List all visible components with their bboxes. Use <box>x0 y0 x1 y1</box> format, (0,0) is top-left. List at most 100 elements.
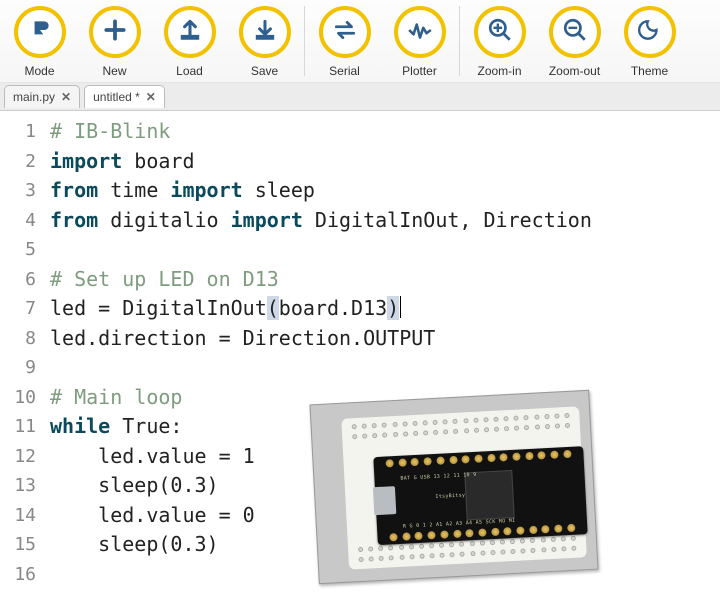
token-name: led.value = <box>50 503 243 527</box>
token-name: sleep( <box>50 532 170 556</box>
token-name: True: <box>110 414 182 438</box>
new-icon <box>102 17 128 48</box>
microcontroller-image: BAT G USB 13 12 11 10 9 ItsyBitsy R G 0 … <box>309 390 598 584</box>
code-line[interactable]: # Set up LED on D13 <box>50 265 720 295</box>
mode-icon <box>27 17 53 48</box>
toolbar-label: Plotter <box>402 64 437 78</box>
line-number: 8 <box>0 324 36 354</box>
tab-label: main.py <box>13 90 55 104</box>
token-name: led.direction = Direction.OUTPUT <box>50 326 435 350</box>
token-par: ( <box>267 296 279 320</box>
zoom-out-button[interactable] <box>549 6 601 58</box>
toolbar-separator <box>304 6 305 76</box>
line-number: 9 <box>0 353 36 383</box>
toolbar-item-theme: Theme <box>612 6 687 78</box>
zoom-out-icon <box>562 17 588 48</box>
toolbar-item-save: Save <box>227 6 302 78</box>
toolbar-label: Save <box>251 64 278 78</box>
line-number: 10 <box>0 383 36 413</box>
toolbar-separator <box>459 6 460 76</box>
token-kw: import <box>231 208 303 232</box>
code-line[interactable]: # IB-Blink <box>50 117 720 147</box>
code-area[interactable]: # IB-Blinkimport boardfrom time import s… <box>44 111 720 589</box>
tab-untitled-[interactable]: untitled * ✕ <box>84 85 165 108</box>
close-icon[interactable]: ✕ <box>61 90 71 104</box>
token-num: 0 <box>243 503 255 527</box>
token-kw: import <box>50 149 122 173</box>
token-name: ) <box>207 532 219 556</box>
toolbar-item-plotter: Plotter <box>382 6 457 78</box>
token-kw: import <box>170 178 242 202</box>
serial-icon <box>332 17 358 48</box>
token-com: # Main loop <box>50 385 182 409</box>
code-line[interactable]: import board <box>50 147 720 177</box>
plotter-button[interactable] <box>394 6 446 58</box>
toolbar-item-load: Load <box>152 6 227 78</box>
toolbar-label: Serial <box>329 64 360 78</box>
token-num: 1 <box>243 444 255 468</box>
token-name: DigitalInOut, Direction <box>303 208 592 232</box>
mode-button[interactable] <box>14 6 66 58</box>
token-name: led.value = <box>50 444 243 468</box>
token-name: sleep <box>243 178 315 202</box>
toolbar-item-zoom-in: Zoom-in <box>462 6 537 78</box>
token-kw: from <box>50 208 98 232</box>
text-cursor <box>400 296 401 318</box>
close-icon[interactable]: ✕ <box>146 90 156 104</box>
code-line[interactable]: from digitalio import DigitalInOut, Dire… <box>50 206 720 236</box>
toolbar-item-mode: Mode <box>2 6 77 78</box>
token-com: # Set up LED on D13 <box>50 267 279 291</box>
token-par: ) <box>387 296 399 320</box>
token-num: 0.3 <box>170 473 206 497</box>
code-line[interactable] <box>50 235 720 265</box>
code-line[interactable] <box>50 353 720 383</box>
line-number: 3 <box>0 176 36 206</box>
toolbar-item-new: New <box>77 6 152 78</box>
line-number: 4 <box>0 206 36 236</box>
tab-bar: main.py ✕ untitled * ✕ <box>0 83 720 111</box>
line-number: 14 <box>0 501 36 531</box>
editor: 12345678910111213141516 # IB-Blinkimport… <box>0 111 720 589</box>
token-name: led = DigitalInOut <box>50 296 267 320</box>
token-name: board.D13 <box>279 296 387 320</box>
line-number: 11 <box>0 412 36 442</box>
toolbar-label: Zoom-out <box>549 64 600 78</box>
line-number: 2 <box>0 147 36 177</box>
token-num: 0.3 <box>170 532 206 556</box>
plotter-icon <box>407 17 433 48</box>
load-icon <box>177 17 203 48</box>
line-number: 7 <box>0 294 36 324</box>
toolbar-label: Zoom-in <box>477 64 521 78</box>
new-button[interactable] <box>89 6 141 58</box>
line-number: 16 <box>0 560 36 590</box>
toolbar: Mode New Load Save Serial Plotter Zoom-in Zoom-… <box>0 0 720 83</box>
line-number: 13 <box>0 471 36 501</box>
toolbar-label: Mode <box>24 64 54 78</box>
zoom-in-button[interactable] <box>474 6 526 58</box>
line-number: 5 <box>0 235 36 265</box>
serial-button[interactable] <box>319 6 371 58</box>
line-number: 15 <box>0 530 36 560</box>
toolbar-label: New <box>102 64 126 78</box>
token-name: time <box>98 178 170 202</box>
theme-icon <box>637 17 663 48</box>
save-icon <box>252 17 278 48</box>
toolbar-item-zoom-out: Zoom-out <box>537 6 612 78</box>
load-button[interactable] <box>164 6 216 58</box>
tab-label: untitled * <box>93 90 140 104</box>
token-name: board <box>122 149 194 173</box>
token-kw: while <box>50 414 110 438</box>
line-gutter: 12345678910111213141516 <box>0 111 44 589</box>
token-kw: from <box>50 178 98 202</box>
line-number: 12 <box>0 442 36 472</box>
theme-button[interactable] <box>624 6 676 58</box>
token-name: sleep( <box>50 473 170 497</box>
save-button[interactable] <box>239 6 291 58</box>
code-line[interactable]: from time import sleep <box>50 176 720 206</box>
line-number: 1 <box>0 117 36 147</box>
line-number: 6 <box>0 265 36 295</box>
tab-main-py[interactable]: main.py ✕ <box>4 85 80 108</box>
token-com: # IB-Blink <box>50 119 170 143</box>
code-line[interactable]: led = DigitalInOut(board.D13) <box>50 294 720 324</box>
code-line[interactable]: led.direction = Direction.OUTPUT <box>50 324 720 354</box>
